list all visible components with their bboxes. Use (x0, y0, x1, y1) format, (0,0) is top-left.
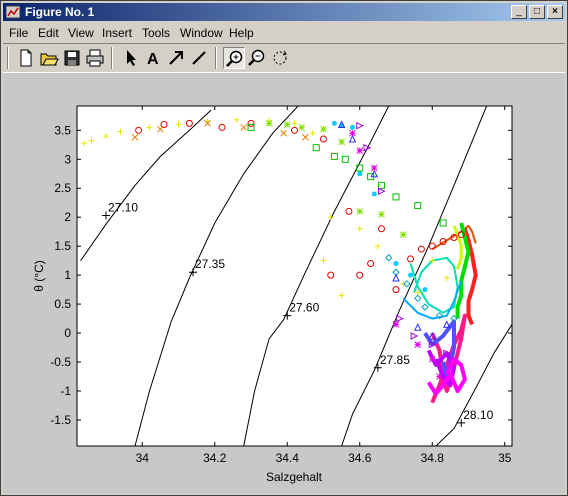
data-point (356, 147, 364, 154)
data-point (393, 261, 399, 267)
x-tick-label: 34.2 (203, 451, 227, 465)
y-tick-label: 2.5 (54, 181, 71, 195)
menu-window[interactable]: Window (180, 26, 223, 40)
isopycnal-label: 27.85 (380, 353, 410, 367)
save-figure-button[interactable] (61, 47, 83, 69)
insert-line-button[interactable] (188, 47, 210, 69)
y-tick-label: 3.5 (54, 123, 71, 137)
figure-window: Figure No. 1 _ □ × File Edit View Insert… (0, 0, 568, 496)
rotate-3d-button[interactable] (269, 47, 291, 69)
data-point (356, 208, 364, 215)
y-tick-label: -0.5 (50, 355, 71, 369)
data-point (350, 124, 355, 130)
data-point (408, 272, 413, 278)
zoom-in-icon (226, 50, 243, 67)
isopycnal-label: 27.35 (195, 257, 225, 271)
isopycnal-label: 28.10 (463, 408, 493, 422)
zoom-out-button[interactable] (246, 47, 268, 69)
x-tick-label: 34 (136, 451, 150, 465)
new-figure-button[interactable] (15, 47, 37, 69)
open-file-button[interactable] (38, 47, 60, 69)
data-point (422, 287, 428, 293)
isopycnal-label: 27.10 (108, 200, 138, 214)
data-point (414, 341, 422, 348)
arrow-pointer-icon (127, 50, 136, 66)
line-icon (192, 51, 206, 65)
data-point (428, 355, 436, 363)
x-axis-label: Salzgehalt (266, 470, 323, 484)
matlab-figure-icon (6, 5, 20, 19)
menu-bar: File Edit View Insert Tools Window Help (3, 23, 565, 42)
data-point (371, 191, 377, 197)
minimize-button[interactable]: _ (511, 5, 527, 19)
data-point (320, 125, 327, 133)
edit-plot-button[interactable] (119, 47, 141, 69)
toolbar-separator (111, 47, 113, 69)
rotate-icon (273, 50, 287, 65)
title-bar[interactable]: Figure No. 1 _ □ × (3, 3, 565, 21)
open-folder-icon (40, 53, 59, 66)
data-point (298, 124, 306, 131)
isopycnal-label: 27.60 (289, 301, 319, 315)
maximize-icon: □ (533, 6, 541, 17)
new-document-icon (20, 49, 32, 67)
menu-help[interactable]: Help (229, 26, 254, 40)
x-tick-label: 34.4 (276, 451, 300, 465)
data-point (378, 210, 385, 218)
y-tick-label: -1.5 (50, 413, 71, 427)
y-tick-label: 2 (64, 210, 71, 224)
y-tick-label: -1 (60, 384, 71, 398)
x-tick-label: 34.8 (421, 451, 445, 465)
zoom-out-icon (248, 49, 265, 66)
figure-toolbar: A (3, 43, 565, 73)
y-tick-label: 0 (64, 326, 71, 340)
maximize-button[interactable]: □ (529, 5, 545, 19)
insert-arrow-button[interactable] (165, 47, 187, 69)
x-tick-label: 34.6 (348, 451, 372, 465)
menu-insert[interactable]: Insert (102, 26, 132, 40)
data-point (436, 373, 443, 380)
arrow-icon (169, 51, 183, 65)
ts-diagram[interactable]: 27.10 27.35 27.60 27.85 28.10 34 34.2 34.4 34.6… (3, 73, 565, 493)
y-tick-label: 1.5 (54, 239, 71, 253)
floppy-disk-icon (64, 50, 80, 66)
data-point (392, 321, 400, 328)
zoom-in-button[interactable] (223, 47, 245, 69)
data-point (357, 171, 363, 177)
close-icon: × (552, 6, 558, 17)
figure-canvas: 27.10 27.35 27.60 27.85 28.10 34 34.2 34.4 34.6… (3, 73, 565, 493)
printer-icon (86, 49, 104, 67)
data-point (349, 129, 356, 137)
x-tick-label: 35 (498, 451, 512, 465)
minimize-icon: _ (516, 6, 522, 17)
data-point (265, 120, 273, 127)
y-axis-label: θ (°C) (32, 260, 46, 291)
toolbar-grip (7, 47, 9, 69)
menu-tools[interactable]: Tools (142, 26, 170, 40)
toolbar-separator (215, 47, 217, 69)
menu-file[interactable]: File (9, 26, 28, 40)
window-title: Figure No. 1 (25, 5, 95, 19)
svg-text:A: A (147, 51, 159, 68)
insert-text-button[interactable]: A (142, 47, 164, 69)
menu-view[interactable]: View (68, 26, 94, 40)
text-A-icon: A (147, 51, 159, 68)
data-point (283, 121, 291, 128)
y-tick-label: 0.5 (54, 297, 71, 311)
data-point (338, 138, 345, 146)
y-tick-label: 3 (64, 152, 71, 166)
menu-edit[interactable]: Edit (38, 26, 59, 40)
print-figure-button[interactable] (84, 47, 106, 69)
data-point (399, 231, 407, 238)
y-tick-label: 1 (64, 268, 71, 282)
data-point (370, 164, 378, 172)
data-point (331, 120, 337, 126)
close-button[interactable]: × (547, 5, 563, 19)
